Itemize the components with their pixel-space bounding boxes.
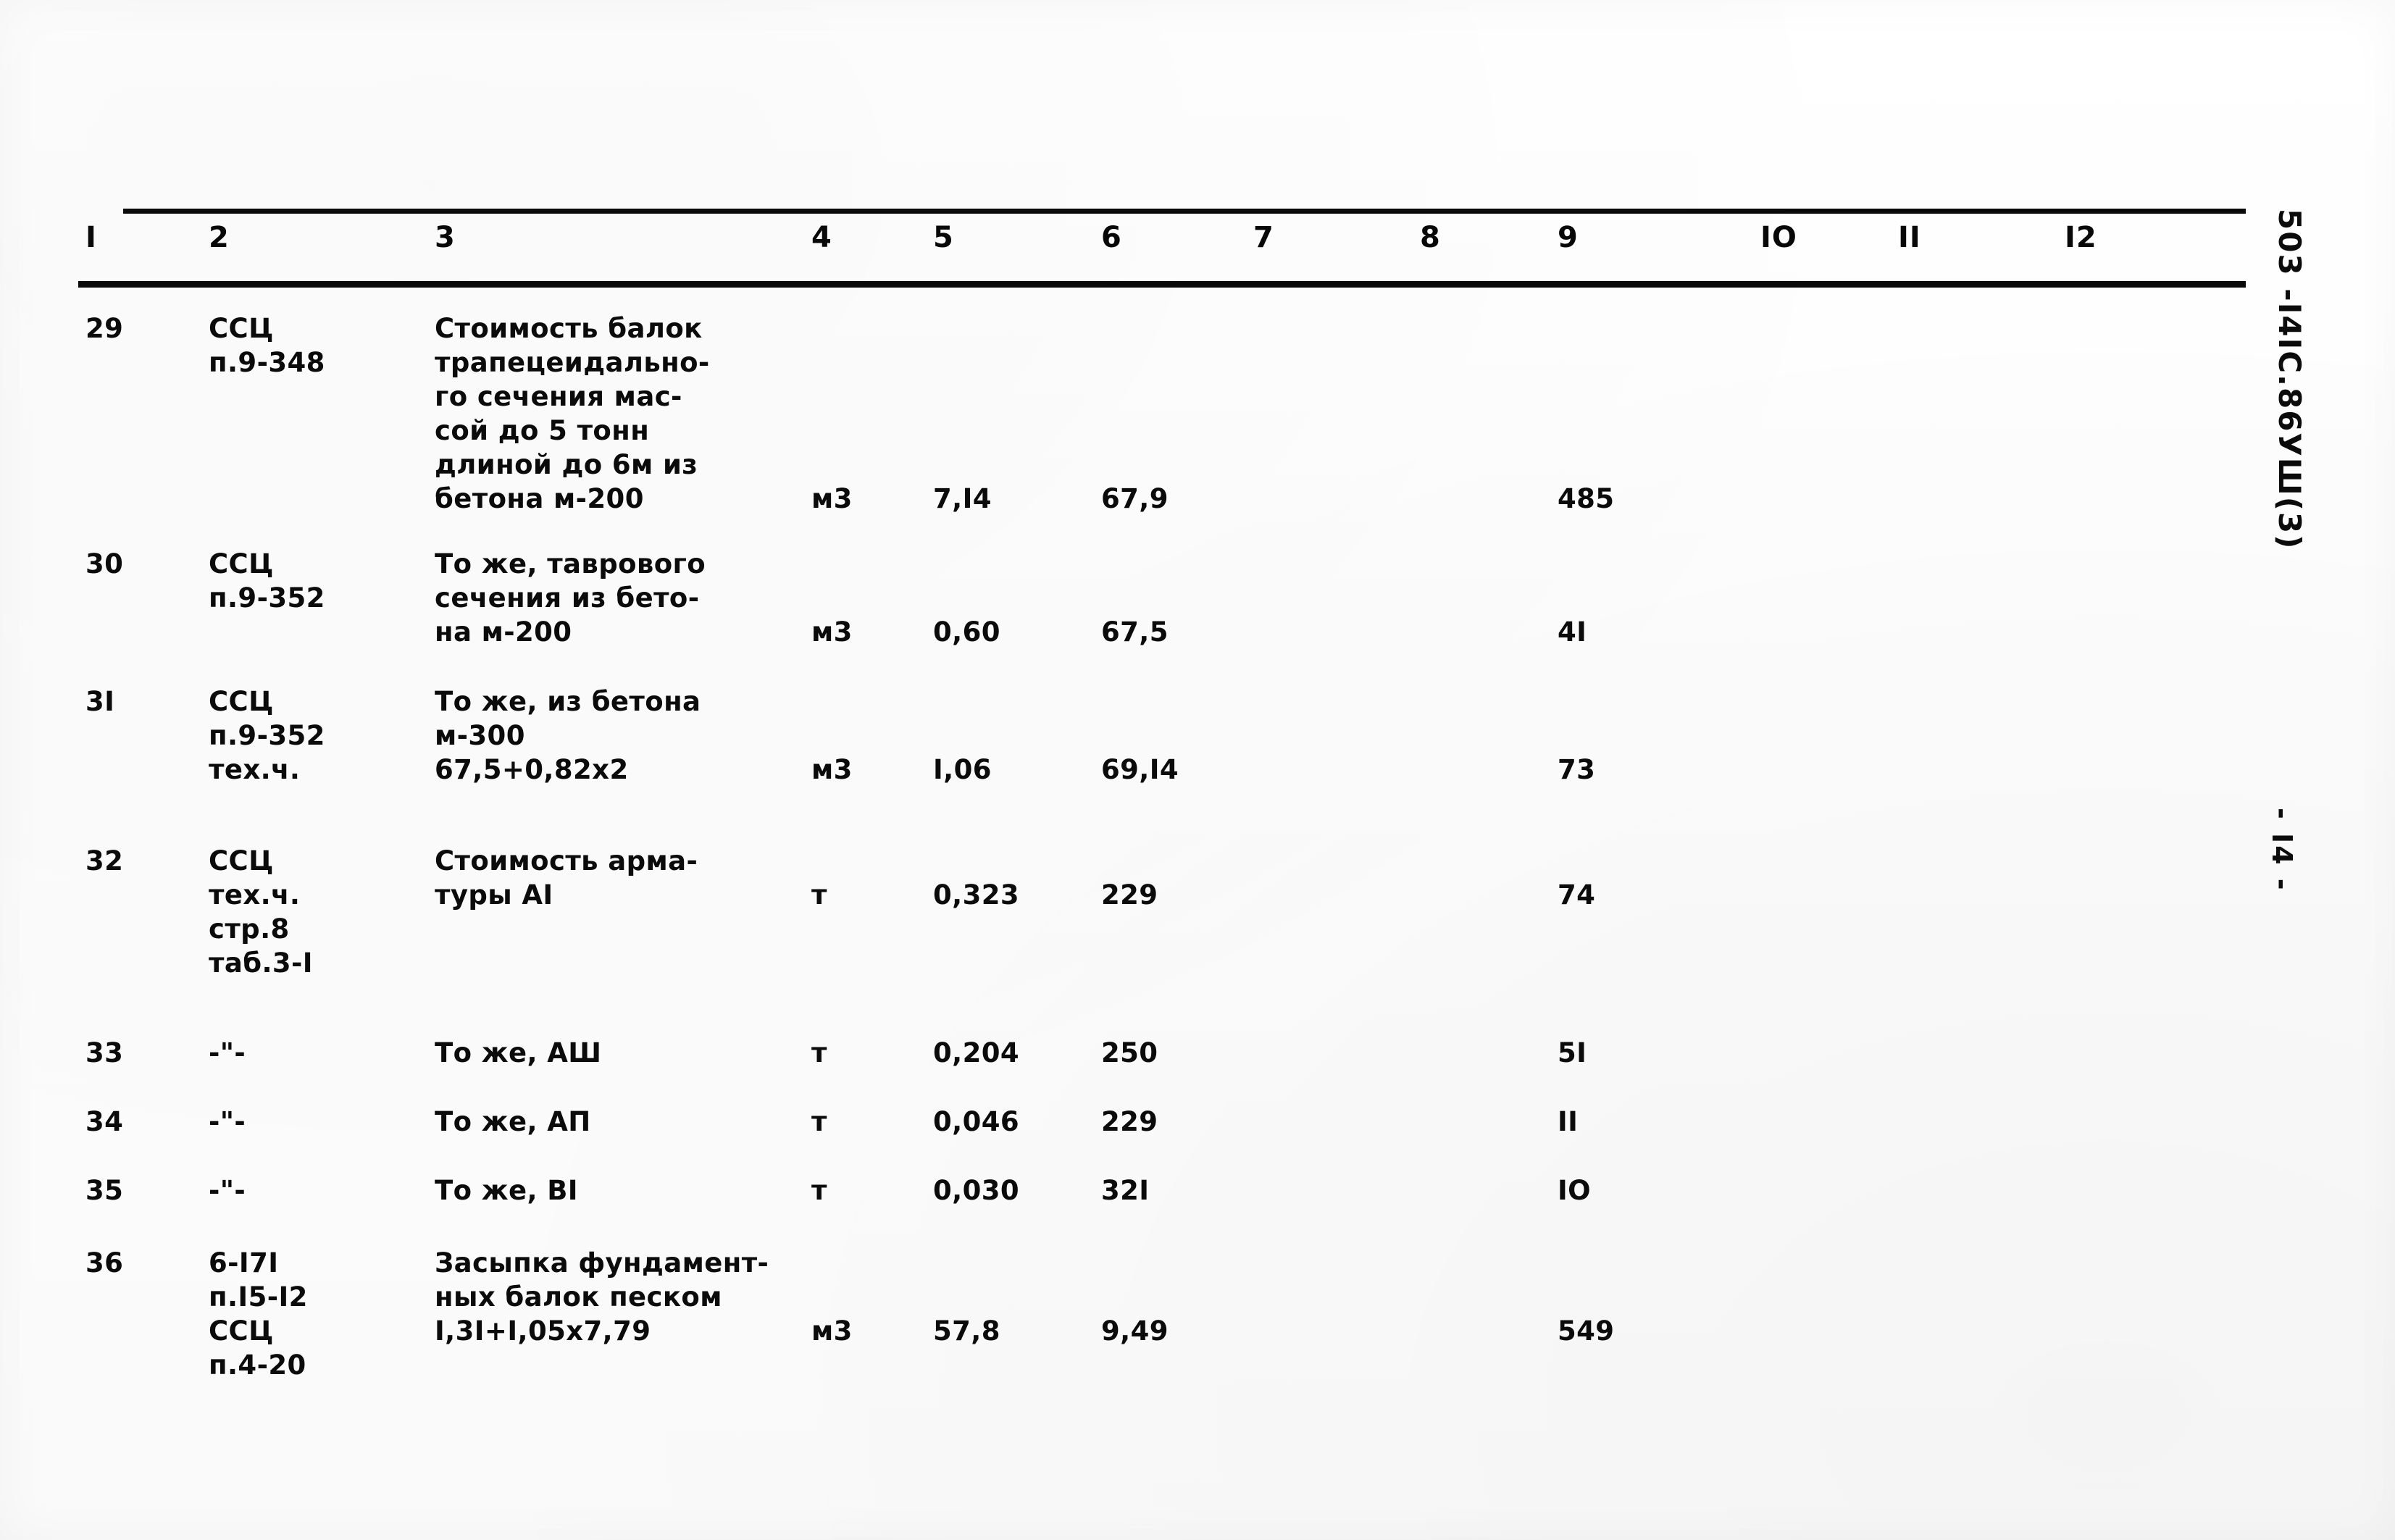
column-header-10: IO — [1760, 221, 1797, 254]
row-description: Засыпка фундамент- ных балок песком I,3I… — [435, 1247, 769, 1347]
row-c9-value: 549 — [1558, 1315, 1615, 1347]
row-code-reference: ССЦ п.9-348 — [209, 313, 325, 378]
column-header-5: 5 — [933, 221, 954, 254]
column-header-12: I2 — [2065, 221, 2097, 254]
paper-texture — [0, 0, 2395, 1540]
table-row: 30 ССЦ п.9-352 То же, таврового сечения из… — [0, 547, 2395, 648]
row-number: 33 — [85, 1037, 124, 1068]
table-row: 33 -"- То же, АШ т 0,204 250 5I — [0, 1036, 2395, 1068]
row-c6-value: 32I — [1101, 1175, 1150, 1206]
row-code-reference: 6-I7I п.I5-I2 ССЦ п.4-20 — [209, 1247, 308, 1381]
row-c6-value: 229 — [1101, 879, 1158, 911]
row-number: 3I — [85, 686, 115, 717]
row-c5-value: 0,60 — [933, 616, 1000, 648]
table-row: 32 ССЦ тех.ч. стр.8 таб.3-I Стоимость арма… — [0, 844, 2395, 979]
row-number: 30 — [85, 548, 124, 579]
row-c5-value: I,06 — [933, 754, 992, 785]
row-c9-value: 485 — [1558, 483, 1615, 514]
row-c9-value: 74 — [1558, 879, 1596, 911]
row-c6-value: 9,49 — [1101, 1315, 1169, 1347]
row-code-reference: -"- — [209, 1037, 246, 1068]
row-unit-value: т — [811, 1037, 827, 1068]
row-c5-value: 0,030 — [933, 1175, 1020, 1206]
row-c9-value: IO — [1558, 1175, 1592, 1206]
column-header-8: 8 — [1420, 221, 1441, 254]
row-c6-value: 69,I4 — [1101, 754, 1179, 785]
row-unit-value: м3 — [811, 616, 853, 648]
column-header-9: 9 — [1558, 221, 1579, 254]
row-c9-value: 4I — [1558, 616, 1587, 648]
row-c5-value: 0,204 — [933, 1037, 1020, 1068]
row-code-reference: ССЦ п.9-352 тех.ч. — [209, 686, 325, 785]
row-c5-value: 57,8 — [933, 1315, 1000, 1347]
row-number: 32 — [85, 845, 124, 876]
row-description: То же, из бетона м-300 67,5+0,82x2 — [435, 686, 701, 785]
row-description: Стоимость арма- туры АI — [435, 845, 698, 911]
column-header-11: II — [1898, 221, 1921, 254]
row-c5-value: 0,046 — [933, 1106, 1020, 1137]
row-unit-value: т — [811, 879, 827, 911]
row-unit-value: м3 — [811, 483, 853, 514]
row-c5-value: 7,I4 — [933, 483, 992, 514]
document-code-vertical: 503 -I4IC.86УШ(3) — [2272, 209, 2307, 551]
column-header-4: 4 — [811, 221, 832, 254]
column-header-7: 7 — [1253, 221, 1274, 254]
row-description: Стоимость балок трапецеидально- го сечен… — [435, 313, 710, 514]
row-c9-value: 73 — [1558, 754, 1596, 785]
table-top-rule — [123, 209, 2246, 214]
column-header-1: I — [85, 221, 97, 254]
page-number-vertical: - I4 - — [2266, 808, 2298, 892]
row-c6-value: 229 — [1101, 1106, 1158, 1137]
table-row: 35 -"- То же, ВI т 0,030 32I IO — [0, 1173, 2395, 1206]
row-c6-value: 67,5 — [1101, 616, 1169, 648]
row-code-reference: ССЦ п.9-352 — [209, 548, 325, 614]
column-header-2: 2 — [209, 221, 230, 254]
column-header-6: 6 — [1101, 221, 1122, 254]
row-number: 29 — [85, 313, 124, 344]
row-number: 34 — [85, 1106, 124, 1137]
row-c5-value: 0,323 — [933, 879, 1020, 911]
row-description: То же, ВI — [435, 1175, 578, 1206]
table-header-bottom-rule — [78, 281, 2246, 288]
scan-edge-vignette — [0, 0, 2395, 1540]
row-unit-value: т — [811, 1106, 827, 1137]
row-number: 35 — [85, 1175, 124, 1206]
row-code-reference: -"- — [209, 1106, 246, 1137]
row-unit-value: т — [811, 1175, 827, 1206]
row-c9-value: 5I — [1558, 1037, 1587, 1068]
table-row: 36 6-I7I п.I5-I2 ССЦ п.4-20 Засыпка фундам… — [0, 1246, 2395, 1381]
row-description: То же, АШ — [435, 1037, 602, 1068]
row-code-reference: ССЦ тех.ч. стр.8 таб.3-I — [209, 845, 313, 979]
column-header-3: 3 — [435, 221, 456, 254]
row-description: То же, таврового сечения из бето- на м-2… — [435, 548, 706, 648]
row-unit-value: м3 — [811, 754, 853, 785]
row-description: То же, АП — [435, 1106, 591, 1137]
scanned-page: I 2 3 4 5 6 7 8 9 IO II I2 29 ССЦ п.9-348 Стоимость б… — [0, 0, 2395, 1540]
row-c9-value: II — [1558, 1106, 1579, 1137]
row-code-reference: -"- — [209, 1175, 246, 1206]
table-row: 29 ССЦ п.9-348 Стоимость балок трапецеидал… — [0, 311, 2395, 514]
row-number: 36 — [85, 1247, 124, 1279]
row-c6-value: 67,9 — [1101, 483, 1169, 514]
row-c6-value: 250 — [1101, 1037, 1158, 1068]
row-unit-value: м3 — [811, 1315, 853, 1347]
